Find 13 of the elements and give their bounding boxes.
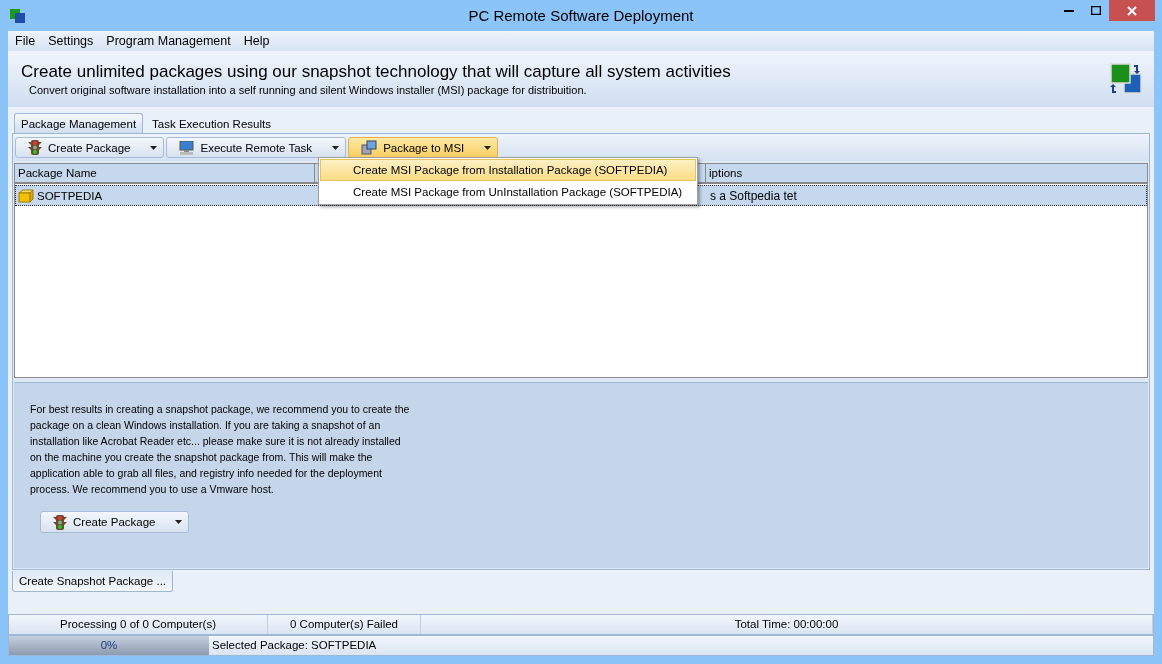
table-cell: SOFTPEDIA (37, 189, 103, 202)
status-selected-package: Selected Package: SOFTPEDIA (211, 638, 378, 653)
column-header: Package Name (15, 164, 315, 182)
column-header: iptions (708, 166, 744, 181)
header-title: Create unlimited packages using our snapshot technology that will capture all system activities (21, 62, 732, 82)
progress-text: 0% (99, 638, 119, 653)
status-total-time: Total Time: 00:00:00 (421, 615, 1153, 634)
header-subtitle: Convert original software installation into a self running and silent Windows installer (MSI) package for distribuition. (28, 84, 588, 96)
info-text: For best results in creating a snapshot package, we recommend you to create the package on a clean Windows installation. If you are taking a snapshot of an installation like Acrobat Reader etc... please make sure it is not already installed on the machine you create the snapshot package from. This will make the application able to grab all files, and registry info needed for the deployment process. We recommend you to use a Vmware host. (30, 402, 411, 497)
status-processing: Processing 0 of 0 Computer(s) (9, 615, 268, 634)
window-title: PC Remote Software Deployment (467, 7, 695, 24)
table-cell: s a Softpedia tet (710, 188, 797, 203)
status-failed: 0 Computer(s) Failed (268, 615, 421, 634)
